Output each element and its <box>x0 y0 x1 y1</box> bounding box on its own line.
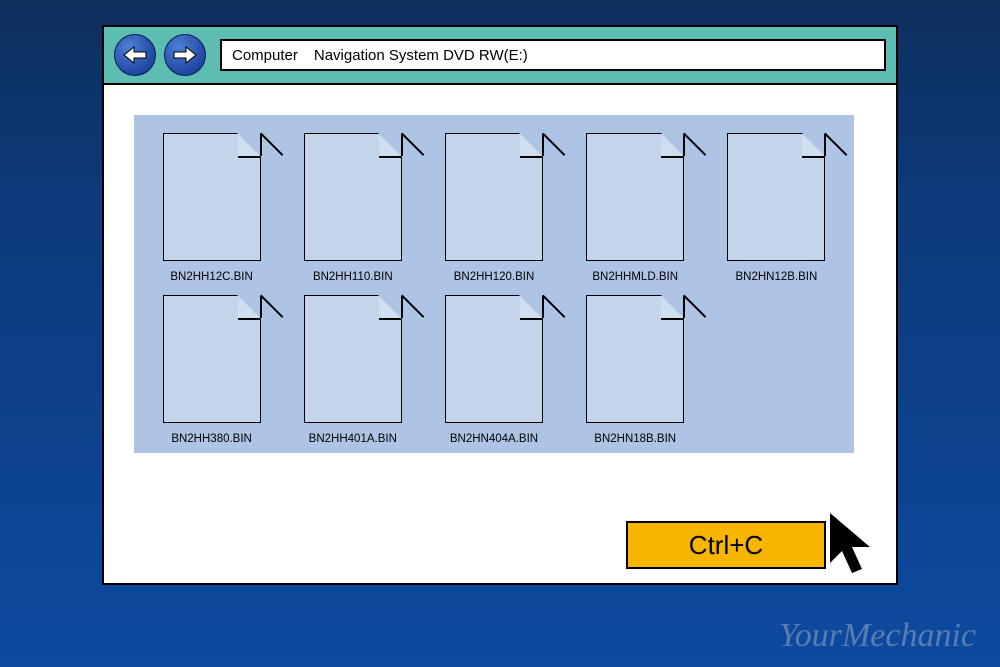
file-icon <box>586 133 684 261</box>
address-segment: Navigation System DVD RW(E:) <box>314 47 528 64</box>
file-item[interactable]: BN2HH401A.BIN <box>293 295 412 445</box>
file-label: BN2HH380.BIN <box>171 433 252 445</box>
forward-button[interactable] <box>164 34 206 76</box>
watermark: YourMechanic <box>779 617 976 655</box>
file-label: BN2HHMLD.BIN <box>592 271 678 283</box>
title-bar: Computer Navigation System DVD RW(E:) <box>104 27 896 85</box>
file-icon <box>445 133 543 261</box>
file-label: BN2HH12C.BIN <box>170 271 252 283</box>
file-item[interactable]: BN2HN404A.BIN <box>434 295 553 445</box>
file-item[interactable]: BN2HN18B.BIN <box>576 295 695 445</box>
shortcut-label: Ctrl+C <box>689 530 763 561</box>
file-item[interactable]: BN2HH380.BIN <box>152 295 271 445</box>
file-label: BN2HH401A.BIN <box>309 433 397 445</box>
address-bar[interactable]: Computer Navigation System DVD RW(E:) <box>220 39 886 71</box>
file-grid: BN2HH12C.BIN BN2HH110.BIN BN2HH120.BIN B… <box>152 133 836 445</box>
cursor-icon <box>828 511 882 579</box>
explorer-window: Computer Navigation System DVD RW(E:) BN… <box>102 25 898 585</box>
file-label: BN2HH110.BIN <box>313 271 393 283</box>
file-item[interactable]: BN2HH120.BIN <box>434 133 553 283</box>
file-label: BN2HN12B.BIN <box>735 271 817 283</box>
file-item[interactable]: BN2HH12C.BIN <box>152 133 271 283</box>
back-button[interactable] <box>114 34 156 76</box>
file-icon <box>163 133 261 261</box>
file-icon <box>445 295 543 423</box>
file-item[interactable]: BN2HHMLD.BIN <box>576 133 695 283</box>
content-area: BN2HH12C.BIN BN2HH110.BIN BN2HH120.BIN B… <box>104 85 896 583</box>
file-icon <box>304 133 402 261</box>
arrow-right-icon <box>172 45 198 65</box>
file-item[interactable]: BN2HN12B.BIN <box>717 133 836 283</box>
address-segment: Computer <box>232 47 298 64</box>
file-label: BN2HH120.BIN <box>454 271 535 283</box>
file-label: BN2HN404A.BIN <box>450 433 538 445</box>
file-icon <box>304 295 402 423</box>
selection-area: BN2HH12C.BIN BN2HH110.BIN BN2HH120.BIN B… <box>134 115 854 453</box>
file-icon <box>727 133 825 261</box>
arrow-left-icon <box>122 45 148 65</box>
shortcut-hint: Ctrl+C <box>626 521 826 569</box>
file-item[interactable]: BN2HH110.BIN <box>293 133 412 283</box>
file-icon <box>163 295 261 423</box>
file-label: BN2HN18B.BIN <box>594 433 676 445</box>
file-icon <box>586 295 684 423</box>
